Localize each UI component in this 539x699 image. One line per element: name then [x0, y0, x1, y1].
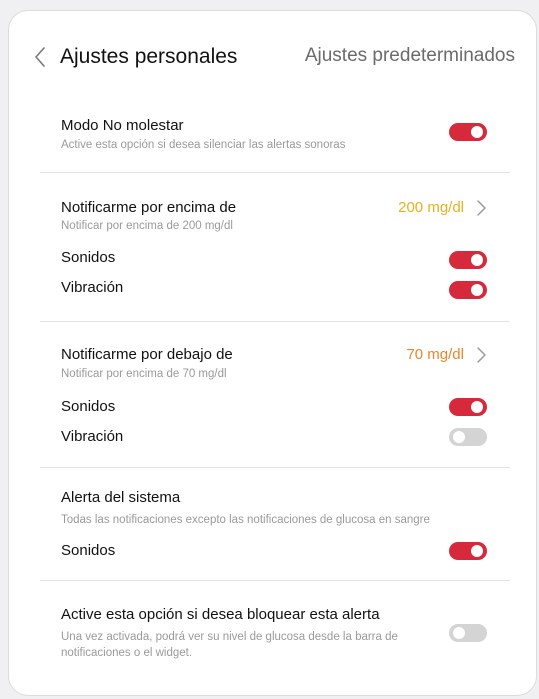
block-alert-label: Active esta opción si desea bloquear est… — [61, 606, 380, 623]
below-vibration-toggle[interactable] — [449, 428, 487, 446]
dnd-description: Active esta opción si desea silenciar la… — [61, 139, 346, 151]
back-button[interactable] — [30, 43, 50, 71]
above-label: Notificarme por encima de — [61, 199, 237, 216]
dnd-label: Modo No molestar — [61, 117, 184, 134]
default-settings-button[interactable]: Ajustes predeterminados — [305, 45, 515, 67]
page-title: Ajustes personales — [60, 45, 238, 68]
above-value-button[interactable]: 200 mg/dl — [372, 196, 490, 220]
block-alert-toggle[interactable] — [449, 624, 487, 642]
chevron-left-icon — [35, 47, 45, 67]
above-value: 200 mg/dl — [398, 199, 464, 216]
above-vibration-label: Vibración — [61, 279, 124, 296]
below-value: 70 mg/dl — [406, 346, 464, 363]
below-sounds-toggle[interactable] — [449, 398, 487, 416]
system-alert-description: Todas las notificaciones excepto las not… — [61, 514, 430, 526]
system-sounds-toggle[interactable] — [449, 542, 487, 560]
below-description: Notificar por encima de 70 mg/dl — [61, 368, 227, 380]
system-sounds-label: Sonidos — [61, 542, 116, 559]
above-sounds-toggle[interactable] — [449, 251, 487, 269]
above-description: Notificar por encima de 200 mg/dl — [61, 220, 233, 232]
system-alert-label: Alerta del sistema — [61, 489, 181, 506]
below-label: Notificarme por debajo de — [61, 346, 233, 363]
divider — [40, 580, 510, 581]
block-alert-description: Una vez activada, podrá ver su nivel de … — [61, 631, 398, 659]
below-sounds-label: Sonidos — [61, 398, 116, 415]
divider — [40, 321, 510, 322]
divider — [40, 467, 510, 468]
chevron-right-icon — [477, 200, 486, 216]
above-sounds-label: Sonidos — [61, 249, 116, 266]
below-vibration-label: Vibración — [61, 428, 124, 445]
divider — [40, 172, 510, 173]
chevron-right-icon — [477, 347, 486, 363]
below-value-button[interactable]: 70 mg/dl — [372, 343, 490, 367]
dnd-toggle[interactable] — [449, 123, 487, 141]
above-vibration-toggle[interactable] — [449, 281, 487, 299]
